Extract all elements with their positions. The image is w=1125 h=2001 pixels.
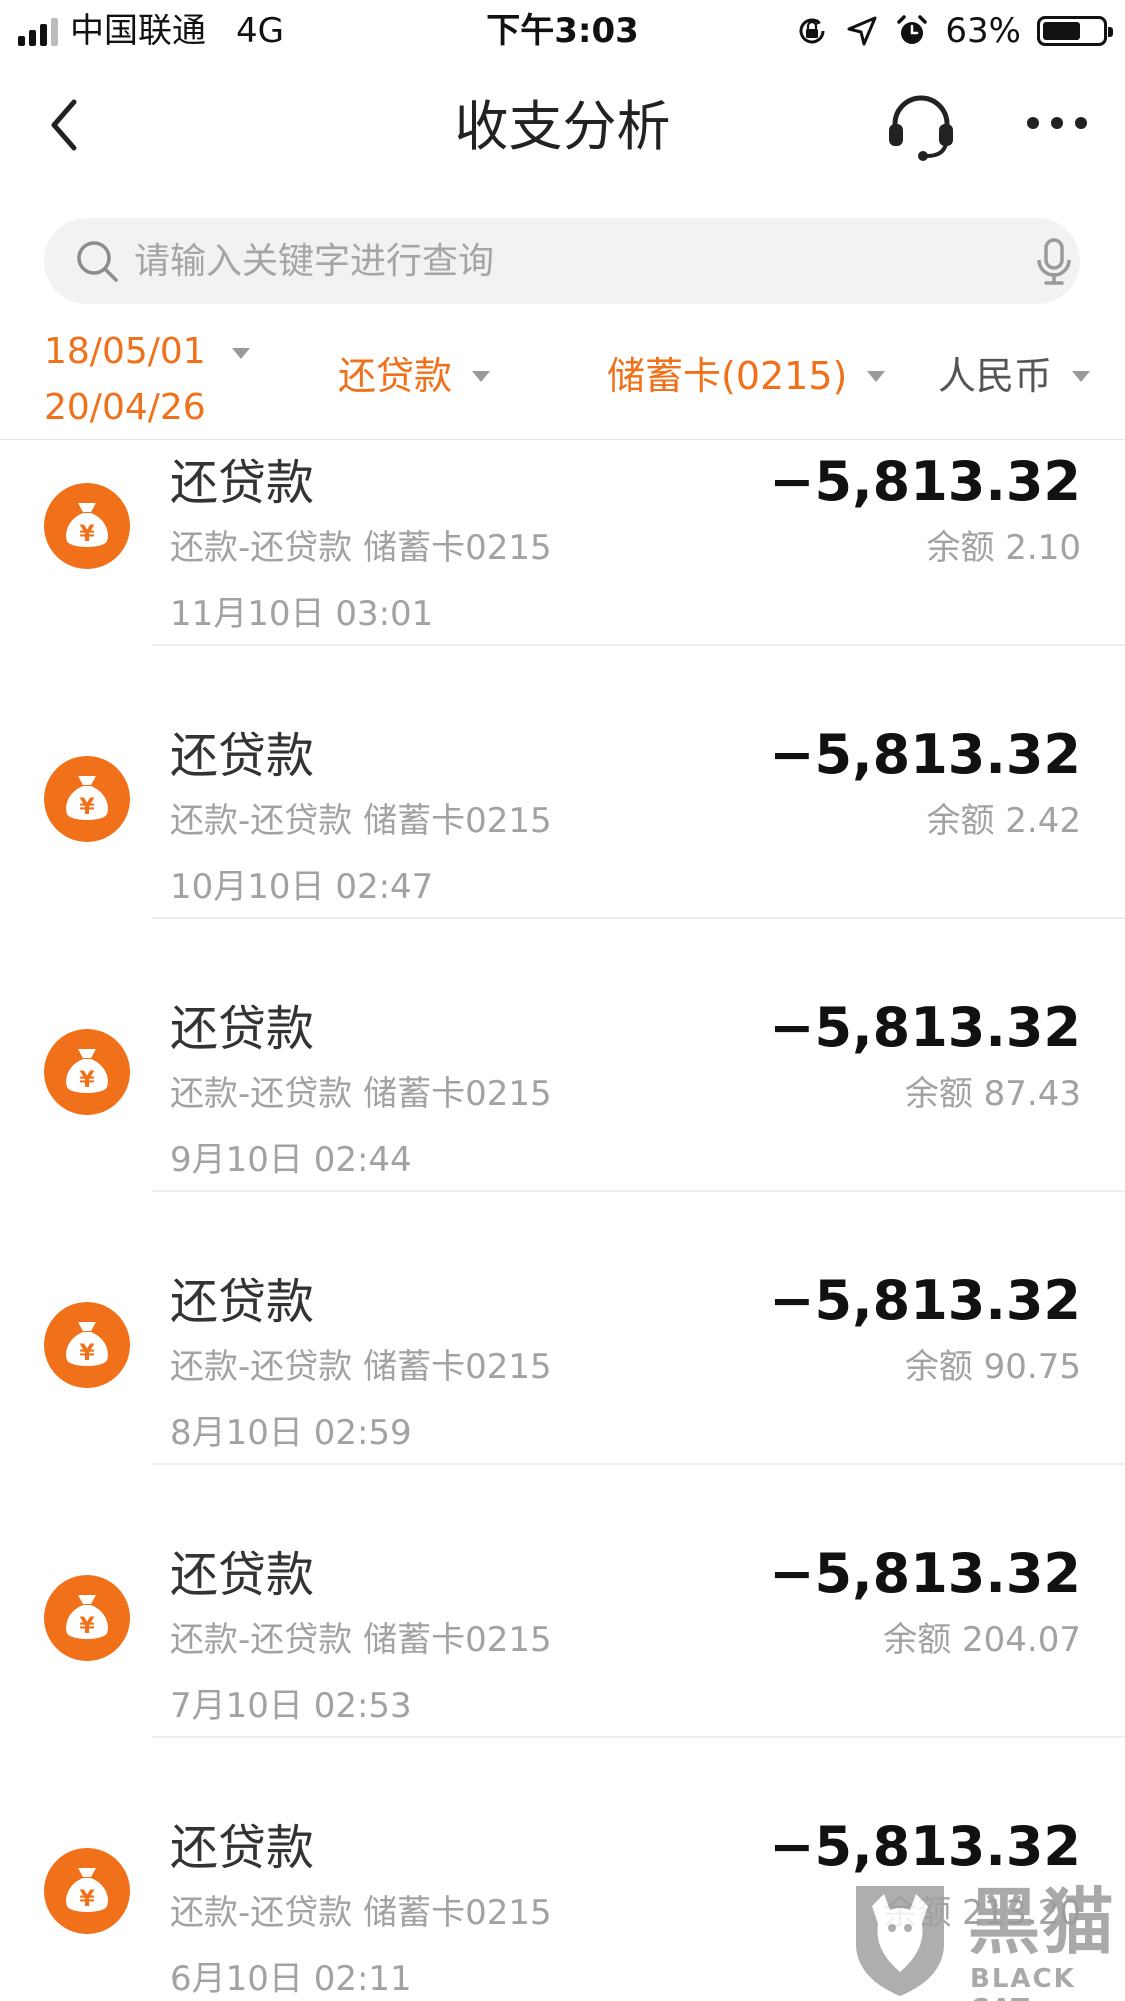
- transaction-time: 7月10日 02:53: [170, 1686, 412, 1726]
- transaction-time: 8月10日 02:59: [170, 1413, 412, 1453]
- money-bag-icon: ¥: [44, 1848, 130, 1934]
- transaction-amount: −5,813.32: [769, 450, 1081, 513]
- watermark-text-cn: 黑猫: [968, 1880, 1117, 1964]
- watermark: 黑猫 BLACK CAT: [850, 1880, 1120, 2001]
- transaction-time: 11月10日 03:01: [170, 594, 434, 634]
- transaction-list-inner: ¥ 还贷款 还款-还贷款 储蓄卡0215 11月10日 03:01 −5,813…: [0, 441, 1125, 2001]
- svg-text:¥: ¥: [79, 522, 95, 547]
- category-filter-label: 还贷款: [338, 354, 453, 398]
- transaction-subtitle: 还款-还贷款 储蓄卡0215: [170, 1074, 552, 1114]
- triangle-down-icon: [867, 370, 886, 382]
- date-dropdown-arrow[interactable]: [212, 348, 250, 359]
- transaction-list[interactable]: ¥ 还贷款 还款-还贷款 储蓄卡0215 11月10日 03:01 −5,813…: [0, 441, 1125, 2001]
- headset-icon[interactable]: [885, 92, 957, 162]
- transaction-subtitle: 还款-还贷款 储蓄卡0215: [170, 1893, 552, 1933]
- transaction-balance: 余额 2.10: [926, 528, 1081, 568]
- triangle-down-icon: [472, 370, 491, 382]
- microphone-icon[interactable]: [1034, 238, 1074, 286]
- money-bag-icon: ¥: [44, 756, 130, 842]
- search-input[interactable]: [134, 218, 994, 304]
- transaction-time: 9月10日 02:44: [170, 1140, 412, 1180]
- transaction-title: 还贷款: [170, 1274, 315, 1330]
- transaction-row[interactable]: ¥ 还贷款 还款-还贷款 储蓄卡0215 9月10日 02:44 −5,813.…: [0, 919, 1125, 1192]
- rotation-lock-icon: [799, 18, 825, 44]
- cat-shield-logo-icon: [856, 1886, 944, 1996]
- date-range-filter[interactable]: 18/05/01 20/04/26: [44, 324, 206, 436]
- transaction-amount: −5,813.32: [769, 1542, 1081, 1605]
- money-bag-icon: ¥: [44, 1029, 130, 1115]
- battery-fill: [1043, 22, 1080, 40]
- account-filter[interactable]: 储蓄卡(0215): [607, 348, 886, 404]
- more-icon[interactable]: [1022, 98, 1092, 148]
- transaction-row[interactable]: ¥ 还贷款 还款-还贷款 储蓄卡0215 8月10日 02:59 −5,813.…: [0, 1192, 1125, 1465]
- battery-percent: 63%: [945, 11, 1021, 51]
- date-end: 20/04/26: [44, 387, 206, 428]
- transaction-balance: 余额 204.07: [883, 1620, 1081, 1660]
- date-start: 18/05/01: [44, 331, 206, 372]
- money-bag-icon: ¥: [44, 1302, 130, 1388]
- search-box[interactable]: [44, 218, 1080, 304]
- svg-text:¥: ¥: [79, 1068, 95, 1093]
- transaction-time: 10月10日 02:47: [170, 867, 434, 907]
- transaction-title: 还贷款: [170, 1001, 315, 1057]
- transaction-subtitle: 还款-还贷款 储蓄卡0215: [170, 528, 552, 568]
- transaction-amount: −5,813.32: [769, 996, 1081, 1059]
- battery-tip: [1108, 27, 1113, 37]
- transaction-subtitle: 还款-还贷款 储蓄卡0215: [170, 1347, 552, 1387]
- transaction-title: 还贷款: [170, 728, 315, 784]
- svg-text:¥: ¥: [79, 1614, 95, 1639]
- svg-text:¥: ¥: [79, 795, 95, 820]
- transaction-title: 还贷款: [170, 1547, 315, 1603]
- search-icon: [77, 241, 118, 282]
- svg-text:¥: ¥: [79, 1887, 95, 1912]
- status-right: 63%: [795, 10, 1113, 52]
- filter-bar: 18/05/01 20/04/26 还贷款 储蓄卡(0215) 人民币: [0, 316, 1125, 440]
- money-bag-icon: ¥: [44, 1575, 130, 1661]
- transaction-row[interactable]: ¥ 还贷款 还款-还贷款 储蓄卡0215 11月10日 03:01 −5,813…: [0, 441, 1125, 646]
- transaction-subtitle: 还款-还贷款 储蓄卡0215: [170, 801, 552, 841]
- transaction-balance: 余额 87.43: [904, 1074, 1081, 1114]
- transaction-balance: 余额 2.42: [926, 801, 1081, 841]
- transaction-row[interactable]: ¥ 还贷款 还款-还贷款 储蓄卡0215 7月10日 02:53 −5,813.…: [0, 1465, 1125, 1738]
- transaction-balance: 余额 90.75: [904, 1347, 1081, 1387]
- currency-filter[interactable]: 人民币: [938, 348, 1091, 404]
- transaction-subtitle: 还款-还贷款 储蓄卡0215: [170, 1620, 552, 1660]
- currency-filter-label: 人民币: [938, 354, 1053, 398]
- status-bar: 中国联通 4G 下午3:03 63%: [0, 0, 1125, 62]
- triangle-down-icon: [1072, 370, 1091, 382]
- transaction-amount: −5,813.32: [769, 723, 1081, 786]
- alarm-icon: [897, 15, 928, 44]
- transaction-title: 还贷款: [170, 1820, 315, 1876]
- location-icon: [847, 16, 877, 46]
- triangle-down-icon: [232, 348, 250, 359]
- money-bag-icon: ¥: [44, 483, 130, 569]
- transaction-title: 还贷款: [170, 455, 315, 511]
- watermark-text-en: BLACK CAT: [970, 1964, 1076, 2001]
- battery-icon: [1037, 16, 1113, 46]
- transaction-amount: −5,813.32: [769, 1815, 1081, 1878]
- transaction-time: 6月10日 02:11: [170, 1959, 412, 1999]
- transaction-row[interactable]: ¥ 还贷款 还款-还贷款 储蓄卡0215 10月10日 02:47 −5,813…: [0, 646, 1125, 919]
- category-filter[interactable]: 还贷款: [338, 348, 491, 404]
- transaction-amount: −5,813.32: [769, 1269, 1081, 1332]
- nav-bar: 收支分析: [0, 62, 1125, 192]
- svg-text:¥: ¥: [79, 1341, 95, 1366]
- account-filter-label: 储蓄卡(0215): [607, 354, 848, 398]
